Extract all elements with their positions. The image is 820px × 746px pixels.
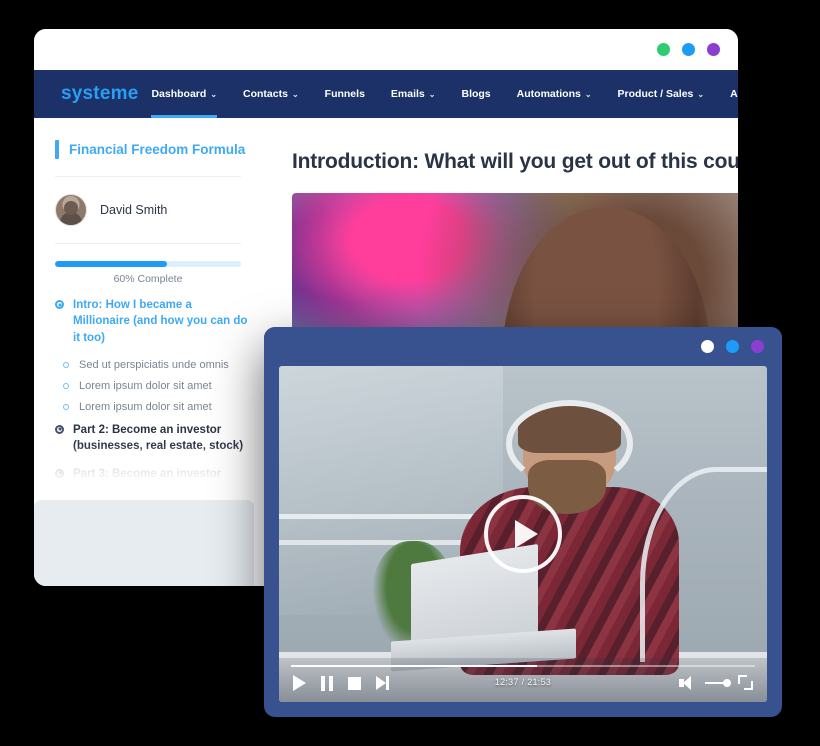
window-dot-blue[interactable] [682, 43, 695, 56]
title-accent-bar [55, 140, 59, 159]
lesson-title: Part 2: Become an investor (businesses, … [73, 423, 244, 453]
sublesson-title: Lorem ipsum dolor sit amet [79, 379, 212, 392]
video-window-controls [701, 340, 764, 353]
course-title: Financial Freedom Formula [69, 142, 246, 157]
nav-item-dashboard[interactable]: Dashboard ⌄ [138, 70, 230, 118]
lesson-bullet-icon [55, 424, 64, 434]
nav-label-funnels: Funnels [324, 88, 365, 100]
course-sidebar: Financial Freedom Formula David Smith 60… [34, 118, 262, 586]
page-root: systeme Dashboard ⌄ Contacts ⌄ Funnels E… [0, 0, 820, 746]
lesson-list: Intro: How I became a Millionaire (and h… [34, 297, 262, 498]
sublesson-title: Lorem ipsum dolor sit amet [79, 400, 212, 413]
sublesson-bullet-icon [63, 361, 69, 368]
window-dot-green[interactable] [657, 43, 670, 56]
video-right-controls [679, 675, 753, 690]
lesson-bullet-icon [55, 468, 64, 478]
page-title: Introduction: What will you get out of t… [292, 150, 738, 173]
progress-label: 60% Complete [113, 273, 183, 285]
nav-label-dashboard: Dashboard [151, 88, 207, 100]
transport-controls [293, 675, 389, 691]
list-item[interactable]: Part 2: Become an investor (businesses, … [55, 422, 248, 455]
window-dot-purple[interactable] [707, 43, 720, 56]
volume-slider[interactable] [705, 678, 731, 687]
browser-titlebar [34, 29, 738, 70]
list-item[interactable]: Sed ut perspiciatis unde omnis [63, 359, 248, 371]
user-name: David Smith [100, 203, 168, 217]
chevron-down-icon: ⌄ [210, 89, 218, 99]
nav-items: Dashboard ⌄ Contacts ⌄ Funnels Emails ⌄ … [138, 70, 738, 118]
video-player-window: 12:37 / 21:53 [264, 327, 782, 717]
chevron-down-icon: ⌄ [584, 89, 592, 99]
nav-item-contacts[interactable]: Contacts ⌄ [230, 70, 312, 118]
play-icon [514, 520, 538, 548]
video-scrubber[interactable] [291, 665, 755, 667]
systeme-logo[interactable]: systeme [61, 83, 138, 105]
nav-item-automations[interactable]: Automations ⌄ [504, 70, 605, 118]
chevron-down-icon: ⌄ [428, 89, 436, 99]
video-viewport[interactable]: 12:37 / 21:53 [279, 366, 767, 702]
avatar [55, 194, 87, 226]
sublesson-list: Sed ut perspiciatis unde omnis Lorem ips… [55, 357, 248, 413]
nav-label-emails: Emails [390, 88, 425, 100]
nav-label-blogs: Blogs [461, 88, 491, 100]
nav-label-contacts: Contacts [243, 88, 288, 100]
progress-bar [55, 261, 241, 267]
nav-item-emails[interactable]: Emails ⌄ [378, 70, 449, 118]
nav-item-administration[interactable]: Administration ⌄ [717, 70, 738, 118]
sidebar-placeholder-panel [34, 500, 254, 586]
user-row: David Smith [34, 177, 262, 226]
video-scrubber-fill [291, 665, 537, 667]
video-control-bar: 12:37 / 21:53 [279, 658, 767, 702]
window-dot-blue[interactable] [726, 340, 739, 353]
window-dot-white[interactable] [701, 340, 714, 353]
play-button-overlay[interactable] [484, 495, 562, 573]
play-icon[interactable] [293, 675, 306, 691]
progress-bar-fill [55, 261, 167, 267]
list-item[interactable]: Intro: How I became a Millionaire (and h… [55, 297, 248, 346]
sublesson-bullet-icon [63, 403, 69, 410]
scene-railing [640, 466, 767, 662]
next-track-icon[interactable] [376, 676, 389, 690]
chevron-down-icon: ⌄ [697, 89, 705, 99]
nav-label-product-sales: Product / Sales [617, 88, 694, 100]
list-item[interactable]: Lorem ipsum dolor sit amet [63, 380, 248, 392]
speaker-icon[interactable] [679, 675, 694, 690]
sublesson-bullet-icon [63, 382, 69, 389]
lesson-title: Part 3: Become an investor (businesses, … [73, 467, 222, 496]
list-item[interactable]: Lorem ipsum dolor sit amet [63, 401, 248, 413]
divider [55, 243, 241, 244]
stop-icon[interactable] [348, 676, 361, 690]
nav-item-funnels[interactable]: Funnels [312, 70, 378, 118]
sublesson-title: Sed ut perspiciatis unde omnis [79, 358, 229, 371]
video-titlebar [264, 327, 782, 366]
sidebar-card: Financial Freedom Formula David Smith 60… [34, 118, 262, 500]
lesson-bullet-icon [55, 300, 64, 309]
window-controls [657, 43, 720, 56]
nav-label-automations: Automations [516, 88, 581, 100]
nav-item-product-sales[interactable]: Product / Sales ⌄ [605, 70, 718, 118]
course-title-row: Financial Freedom Formula [34, 118, 262, 159]
nav-label-administration: Administration [730, 88, 738, 100]
chevron-down-icon: ⌄ [291, 89, 299, 99]
window-dot-purple[interactable] [751, 340, 764, 353]
video-time-label: 12:37 / 21:53 [494, 677, 552, 687]
pause-icon[interactable] [321, 675, 333, 691]
list-item[interactable]: Part 3: Become an investor (businesses, … [55, 466, 248, 499]
top-navigation-bar: systeme Dashboard ⌄ Contacts ⌄ Funnels E… [34, 70, 738, 118]
fullscreen-icon[interactable] [738, 675, 753, 690]
scene-headphones [505, 399, 633, 487]
progress-section: 60% Complete [34, 261, 262, 285]
lesson-title: Intro: How I became a Millionaire (and h… [73, 299, 248, 344]
nav-item-blogs[interactable]: Blogs [448, 70, 503, 118]
